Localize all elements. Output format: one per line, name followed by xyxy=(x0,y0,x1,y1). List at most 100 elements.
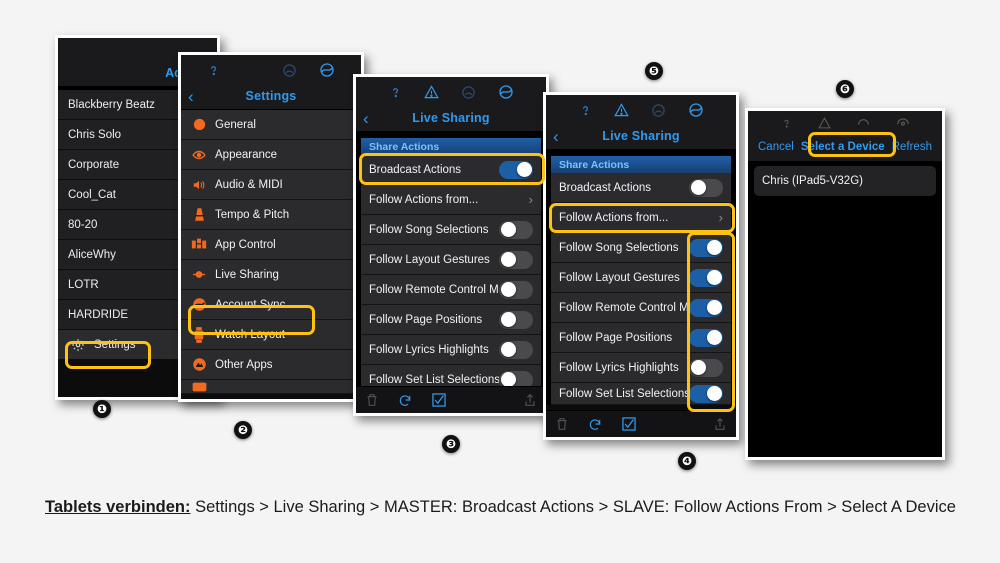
marker-4: ❹ xyxy=(678,452,696,470)
sidebar-item-label: Account Sync xyxy=(215,298,286,311)
warning-icon[interactable] xyxy=(817,117,831,129)
toggle-broadcast-actions[interactable] xyxy=(689,178,723,197)
device-toolbar: Cancel Select a Device Refresh xyxy=(748,133,942,161)
checkbox-checked-icon[interactable] xyxy=(432,393,446,407)
help-icon[interactable] xyxy=(389,85,402,100)
row-label: Follow Set List Selections xyxy=(369,373,499,386)
warning-icon[interactable] xyxy=(613,103,629,117)
sidebar-item-general[interactable]: General xyxy=(181,110,361,140)
select-device-title: Select a Device xyxy=(800,141,885,153)
sidebar-item-cutoff[interactable] xyxy=(181,380,361,394)
list-item-device[interactable]: Chris (IPad5-V32G) xyxy=(754,166,936,196)
row-follow-page-positions[interactable]: Follow Page Positions xyxy=(361,305,541,335)
row-follow-remote-control-messages[interactable]: Follow Remote Control Mes... xyxy=(361,275,541,305)
cancel-button[interactable]: Cancel xyxy=(758,141,794,153)
back-button[interactable]: ‹ xyxy=(553,128,559,145)
trash-icon[interactable] xyxy=(366,393,378,407)
row-label: Follow Layout Gestures xyxy=(559,271,680,284)
share-icon[interactable] xyxy=(714,417,726,431)
sidebar-item-label: General xyxy=(215,118,256,131)
metronome-icon[interactable] xyxy=(461,85,476,100)
refresh-button[interactable]: Refresh xyxy=(892,141,932,153)
sidebar-item-label: Tempo & Pitch xyxy=(215,208,290,221)
row-label: Follow Layout Gestures xyxy=(369,253,490,266)
row-follow-song-selections[interactable]: Follow Song Selections xyxy=(361,215,541,245)
row-follow-remote-control-messages[interactable]: Follow Remote Control Mes... xyxy=(551,293,731,323)
row-label: Follow Song Selections xyxy=(559,241,679,254)
sync-icon[interactable] xyxy=(319,62,335,78)
help-icon[interactable] xyxy=(207,63,220,78)
row-follow-song-selections[interactable]: Follow Song Selections xyxy=(551,233,731,263)
metronome-icon[interactable] xyxy=(282,63,297,78)
sidebar-item-appearance[interactable]: Appearance xyxy=(181,140,361,170)
slave-navbar: ‹ Live Sharing xyxy=(546,123,736,150)
settings-panel: ‹ Settings General Appearance Audio & MI… xyxy=(178,52,364,402)
row-follow-page-positions[interactable]: Follow Page Positions xyxy=(551,323,731,353)
eye-icon xyxy=(189,148,209,162)
toggle-follow-song-selections[interactable] xyxy=(499,220,533,239)
share-icon[interactable] xyxy=(524,393,536,407)
page-title: Settings xyxy=(245,89,297,103)
sidebar-item-watch-layout[interactable]: Watch Layout xyxy=(181,320,361,350)
row-label: Follow Set List Selections xyxy=(559,387,689,400)
metronome-icon[interactable] xyxy=(857,117,870,130)
row-follow-lyrics-highlights[interactable]: Follow Lyrics Highlights xyxy=(361,335,541,365)
toggle-follow-lyrics-highlights[interactable] xyxy=(499,340,533,359)
back-button[interactable]: ‹ xyxy=(363,110,369,127)
row-follow-lyrics-highlights[interactable]: Follow Lyrics Highlights xyxy=(551,353,731,383)
gear-icon xyxy=(68,338,88,352)
row-follow-layout-gestures[interactable]: Follow Layout Gestures xyxy=(361,245,541,275)
metronome-icon xyxy=(189,207,209,222)
screenshot-stage: Accoun Blackberry Beatz Chris Solo Corpo… xyxy=(0,0,1000,563)
row-follow-set-list-selections[interactable]: Follow Set List Selections xyxy=(551,383,731,405)
toggle-follow-song-selections[interactable] xyxy=(689,238,723,257)
sidebar-item-account-sync[interactable]: Account Sync xyxy=(181,290,361,320)
help-icon[interactable] xyxy=(781,117,792,130)
live-sharing-icon[interactable] xyxy=(498,84,514,100)
undo-icon[interactable] xyxy=(398,393,412,407)
row-broadcast-actions[interactable]: Broadcast Actions xyxy=(551,173,731,203)
sidebar-item-app-control[interactable]: App Control xyxy=(181,230,361,260)
toggle-follow-layout-gestures[interactable] xyxy=(499,250,533,269)
row-label: Follow Page Positions xyxy=(369,313,483,326)
undo-icon[interactable] xyxy=(588,417,602,431)
sidebar-item-label: Audio & MIDI xyxy=(215,178,283,191)
sidebar-item-audio-midi[interactable]: Audio & MIDI xyxy=(181,170,361,200)
checkbox-checked-icon[interactable] xyxy=(622,417,636,431)
toggle-follow-lyrics-highlights[interactable] xyxy=(689,358,723,377)
live-sharing-icon[interactable] xyxy=(896,116,910,130)
settings-statusbar xyxy=(181,55,361,83)
warning-icon[interactable] xyxy=(423,85,439,99)
toggle-follow-layout-gestures[interactable] xyxy=(689,268,723,287)
row-follow-actions-from[interactable]: Follow Actions from... › xyxy=(551,203,731,233)
caption: Tablets verbinden: Settings > Live Shari… xyxy=(45,498,965,517)
master-navbar: ‹ Live Sharing xyxy=(356,105,546,132)
marker-1: ❶ xyxy=(93,400,111,418)
marker-5: ❺ xyxy=(645,62,663,80)
live-sharing-icon[interactable] xyxy=(688,102,704,118)
select-device-panel: Cancel Select a Device Refresh Chris (IP… xyxy=(745,108,945,460)
toggle-follow-set-list-selections[interactable] xyxy=(689,384,723,403)
metronome-icon[interactable] xyxy=(651,103,666,118)
toggle-broadcast-actions[interactable] xyxy=(499,160,533,179)
sidebar-item-label: App Control xyxy=(215,238,276,251)
row-follow-actions-from[interactable]: Follow Actions from... › xyxy=(361,185,541,215)
row-follow-layout-gestures[interactable]: Follow Layout Gestures xyxy=(551,263,731,293)
trash-icon[interactable] xyxy=(556,417,568,431)
back-button[interactable]: ‹ xyxy=(188,88,194,105)
toggle-follow-remote-control-messages[interactable] xyxy=(499,280,533,299)
help-icon[interactable] xyxy=(579,103,592,118)
toggle-follow-page-positions[interactable] xyxy=(499,310,533,329)
sidebar-item-live-sharing[interactable]: Live Sharing xyxy=(181,260,361,290)
section-header-share-actions: Share Actions xyxy=(551,156,731,173)
sidebar-item-other-apps[interactable]: Other Apps xyxy=(181,350,361,380)
row-label: Follow Actions from... xyxy=(559,211,669,224)
sidebar-item-tempo-pitch[interactable]: Tempo & Pitch xyxy=(181,200,361,230)
toggle-follow-remote-control-messages[interactable] xyxy=(689,298,723,317)
row-broadcast-actions[interactable]: Broadcast Actions xyxy=(361,155,541,185)
master-statusbar xyxy=(356,77,546,105)
row-label: Broadcast Actions xyxy=(559,181,652,194)
live-sharing-icon xyxy=(189,268,209,281)
sidebar-item-label: Appearance xyxy=(215,148,278,161)
toggle-follow-page-positions[interactable] xyxy=(689,328,723,347)
